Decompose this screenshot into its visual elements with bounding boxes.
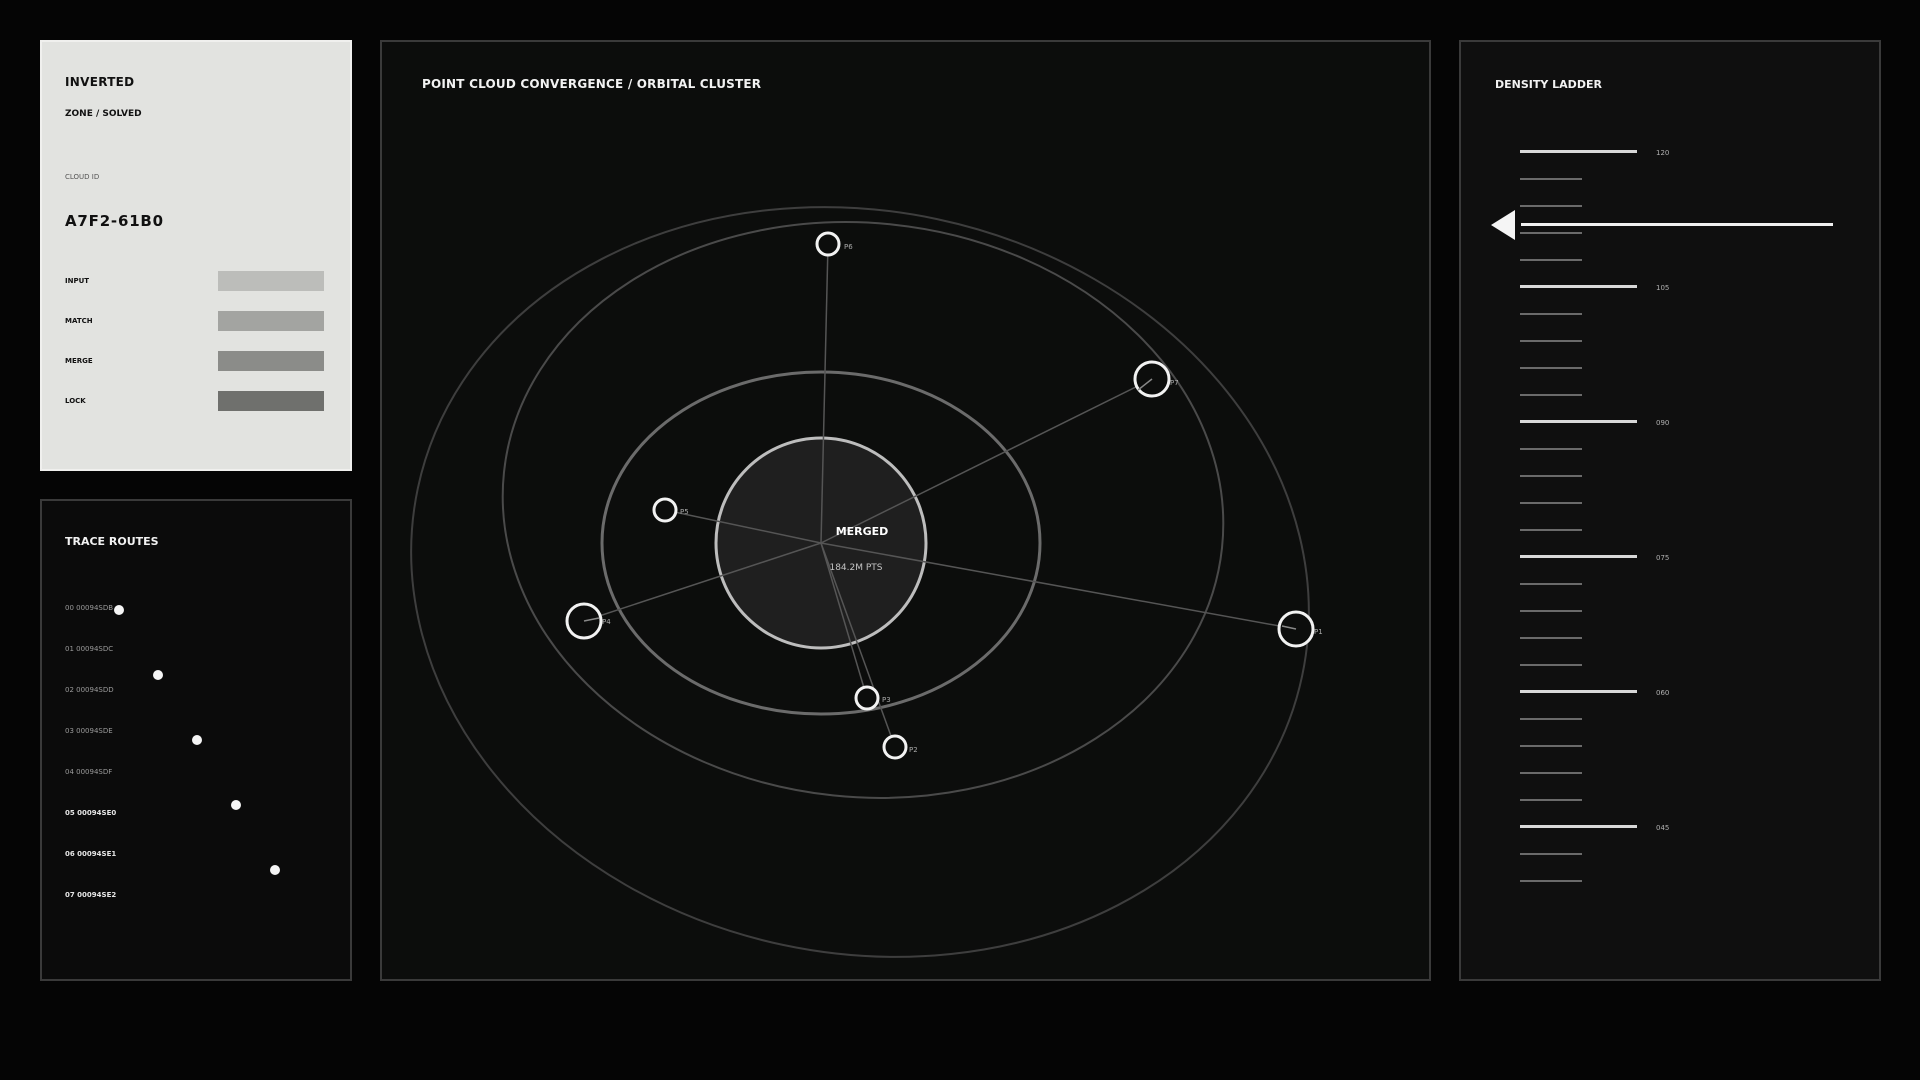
ladder-label: 090 [1656,419,1670,427]
node-p1[interactable]: P1 [1277,610,1323,648]
route-label: 06 00094SE1 [65,850,117,858]
ladder-tick-major [1520,825,1637,828]
ladder-tick-major [1520,420,1637,423]
ladder-tick [1520,367,1582,369]
ladder-tick [1520,313,1582,315]
stage-label: MERGE [65,357,93,365]
ladder-tick [1520,772,1582,774]
route-label: 00 00094SDB [65,604,114,612]
card-subtitle: ZONE / SOLVED [65,109,142,119]
stage-row-merge: MERGE [65,351,324,371]
route-label: 03 00094SDE [65,727,113,735]
node-p5[interactable]: P5 [652,497,689,523]
node-ring[interactable] [882,734,908,760]
density-pointer-line[interactable] [1521,223,1833,226]
ladder-tick [1520,664,1582,666]
cloud-id-value: A7F2-61B0 [65,212,164,230]
route-label: 01 00094SDC [65,645,114,653]
ladder-tick [1520,718,1582,720]
route-dot[interactable] [270,865,280,875]
ladder-tick-major [1520,150,1637,153]
node-label: P4 [602,618,611,626]
core-label: MERGED [836,525,889,538]
ladder-tick [1520,880,1582,882]
ladder-label: 060 [1656,689,1670,697]
node-p7[interactable]: P7 [1133,360,1179,398]
trace-routes-panel: TRACE ROUTES 00 00094SDB 01 00094SDC 02 … [40,499,352,981]
node-p6[interactable]: P6 [815,231,853,257]
node-label: P5 [680,508,689,516]
ladder-tick [1520,799,1582,801]
inverted-zone-card: INVERTED ZONE / SOLVED CLOUD ID A7F2-61B… [40,40,352,471]
orbital-cluster-panel: POINT CLOUD CONVERGENCE / ORBITAL CLUSTE… [380,40,1431,981]
spokes [583,243,1297,748]
ladder-tick [1520,475,1582,477]
node-label: P7 [1170,379,1179,387]
ladder-tick [1520,232,1582,234]
core-value: 184.2M PTS [829,563,882,573]
node-ring[interactable] [854,685,880,711]
ladder-tick-major [1520,690,1637,693]
route-dot[interactable] [153,670,163,680]
ladder-tick [1520,502,1582,504]
ladder-tick [1520,448,1582,450]
node-label: P2 [909,746,918,754]
node-label: P1 [1314,628,1323,636]
ladder-label: 105 [1656,284,1670,292]
ladder-tick [1520,853,1582,855]
ladder-label: 075 [1656,554,1670,562]
density-ladder-title: DENSITY LADDER [1495,78,1602,91]
ladder-tick [1520,340,1582,342]
node-p4[interactable]: P4 [565,602,611,640]
orbital-diagram: P1 P2 P3 P4 P5 P6 P7 MERGED 184.2M PTS [410,206,1323,958]
ladder-tick [1520,259,1582,261]
ladder-tick [1520,529,1582,531]
stage-row-input: INPUT [65,271,324,291]
stage-bar [218,311,324,331]
density-ladder-panel: DENSITY LADDER 120 105 090 075 060 045 [1459,40,1881,981]
node-ring[interactable] [815,231,841,257]
density-pointer-arrow-icon[interactable] [1491,210,1515,240]
route-dot[interactable] [114,605,124,615]
stage-row-match: MATCH [65,311,324,331]
ladder-tick [1520,394,1582,396]
node-p2[interactable]: P2 [882,734,918,760]
stage-label: LOCK [65,397,86,405]
route-label: 04 00094SDF [65,768,113,776]
ladder-tick-major [1520,555,1637,558]
cloud-id-label: CLOUD ID [65,173,100,181]
stage-bar [218,351,324,371]
ladder-tick [1520,637,1582,639]
trace-routes-title: TRACE ROUTES [65,535,159,548]
stage-bar [218,391,324,411]
stage-bar [218,271,324,291]
route-label: 02 00094SDD [65,686,114,694]
route-dot[interactable] [231,800,241,810]
stage-row-lock: LOCK [65,391,324,411]
route-dot[interactable] [192,735,202,745]
ladder-label: 120 [1656,149,1670,157]
node-ring[interactable] [652,497,678,523]
node-label: P6 [844,243,853,251]
ladder-tick [1520,745,1582,747]
node-label: P3 [882,696,891,704]
ladder-tick [1520,178,1582,180]
ladder-tick-major [1520,285,1637,288]
route-label: 05 00094SE0 [65,809,117,817]
ladder-label: 045 [1656,824,1670,832]
stage-label: INPUT [65,277,90,285]
ladder-tick [1520,205,1582,207]
route-label: 07 00094SE2 [65,891,117,899]
ladder-tick [1520,610,1582,612]
stage-label: MATCH [65,317,93,325]
ladder-tick [1520,583,1582,585]
card-title: INVERTED [65,75,135,89]
